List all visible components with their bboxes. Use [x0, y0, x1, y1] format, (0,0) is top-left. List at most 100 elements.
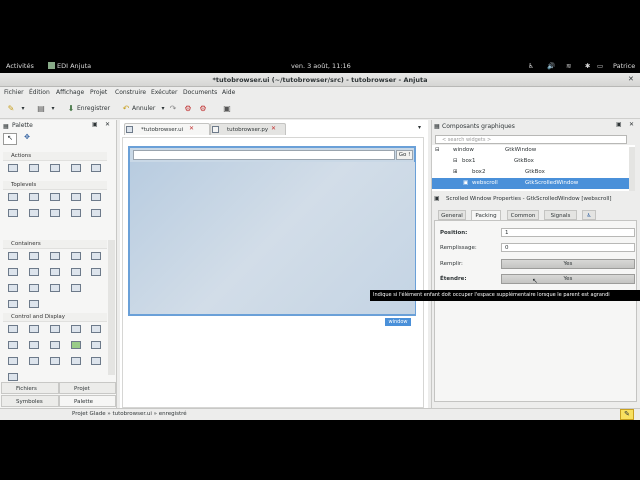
palette-scrollbar[interactable] — [108, 240, 115, 375]
menu-edition[interactable]: Édition — [29, 89, 50, 96]
selector-tool-button[interactable]: ↖ — [3, 133, 17, 145]
redo-icon[interactable]: ↷ — [168, 104, 178, 114]
window-widget-label[interactable]: window — [385, 318, 411, 326]
tree-row[interactable]: ⊟ window GtkWindow — [432, 145, 635, 156]
widget-search-input[interactable]: < search widgets > — [435, 135, 627, 144]
table-widget-icon[interactable] — [91, 252, 101, 260]
about-dialog-icon[interactable] — [71, 193, 81, 201]
undo-button[interactable]: Annuler — [132, 105, 155, 112]
find-icon[interactable]: ▣ — [222, 104, 232, 114]
alignment-widget-icon[interactable] — [71, 284, 81, 292]
menu-executer[interactable]: Exécuter — [151, 89, 177, 96]
frame-widget-icon[interactable] — [71, 252, 81, 260]
open-icon[interactable]: ▤ — [36, 104, 46, 114]
run-icon[interactable]: ⚙ — [198, 104, 208, 114]
app-menu[interactable]: EDI Anjuta — [57, 62, 91, 70]
toggle-button-icon[interactable] — [29, 325, 39, 333]
menu-projet[interactable]: Projet — [90, 89, 107, 96]
check-button-icon[interactable] — [50, 325, 60, 333]
tab-projet[interactable]: Projet — [59, 382, 116, 394]
scrolled-window-icon[interactable] — [50, 284, 60, 292]
aspect-frame-icon[interactable] — [29, 300, 39, 308]
action-icon[interactable] — [71, 164, 81, 172]
palette-section-control-display[interactable]: Control and Display — [3, 313, 107, 322]
action-icon[interactable] — [8, 164, 18, 172]
paned-widget-icon[interactable] — [8, 268, 18, 276]
fixed-widget-icon[interactable] — [71, 268, 81, 276]
tree-row-selected[interactable]: ▣ webscroll GtkScrolledWindow — [432, 178, 635, 189]
tab-signals[interactable]: Signals — [544, 210, 577, 220]
menu-fichier[interactable]: Fichier — [4, 89, 24, 96]
build-icon[interactable]: ⚙ — [183, 104, 193, 114]
menu-aide[interactable]: Aide — [222, 89, 235, 96]
go-button[interactable]: Go ! — [396, 150, 413, 160]
notification-icon[interactable]: ✎ — [620, 409, 634, 420]
save-button[interactable]: Enregistrer — [77, 105, 110, 112]
fill-toggle[interactable]: Yes — [501, 259, 635, 269]
expand-icon[interactable]: ⊞ — [453, 167, 458, 178]
label-widget-icon[interactable] — [91, 341, 101, 349]
color-dialog-icon[interactable] — [50, 209, 60, 217]
tab-packing[interactable]: Packing — [471, 210, 501, 220]
menu-construire[interactable]: Construire — [115, 89, 146, 96]
button-widget-icon[interactable] — [8, 325, 18, 333]
entry-widget-icon[interactable] — [91, 325, 101, 333]
close-tab-icon[interactable]: ✕ — [271, 125, 276, 132]
spinner-widget-icon[interactable] — [50, 357, 60, 365]
text-view-icon[interactable] — [50, 341, 60, 349]
inspector-close-icon[interactable]: ✕ — [629, 121, 634, 128]
box-widget-icon[interactable] — [8, 252, 18, 260]
spin-button-icon[interactable] — [8, 341, 18, 349]
save-icon[interactable]: ⬇ — [66, 104, 76, 114]
collapse-icon[interactable]: ⊟ — [453, 156, 458, 167]
url-entry[interactable] — [133, 150, 395, 160]
position-spinbutton[interactable]: 1 — [501, 228, 635, 237]
offscreen-window-icon[interactable] — [29, 193, 39, 201]
grid-widget-icon[interactable] — [29, 252, 39, 260]
window-widget-icon[interactable] — [8, 193, 18, 201]
overlay-widget-icon[interactable] — [8, 300, 18, 308]
bluetooth-icon[interactable]: ✱ — [585, 62, 590, 70]
tab-symboles[interactable]: Symboles — [1, 395, 59, 407]
message-dialog-icon[interactable] — [8, 209, 18, 217]
tab-palette[interactable]: Palette — [59, 395, 116, 407]
tab-list-dropdown-icon[interactable]: ▾ — [418, 124, 421, 131]
scale-widget-icon[interactable] — [29, 357, 39, 365]
palette-close-icon[interactable]: ✕ — [105, 121, 110, 128]
new-file-icon[interactable]: ✎ — [6, 104, 16, 114]
inspector-detach-icon[interactable]: ▣ — [616, 121, 622, 128]
padding-spinbutton[interactable]: 0 — [501, 243, 635, 252]
image-widget-icon[interactable] — [71, 341, 81, 349]
clock[interactable]: ven. 3 août, 11:16 — [291, 62, 351, 70]
menu-affichage[interactable]: Affichage — [56, 89, 84, 96]
font-dialog-icon[interactable] — [29, 209, 39, 217]
user-menu[interactable]: Patrice — [613, 62, 635, 70]
progress-bar-icon[interactable] — [8, 357, 18, 365]
palette-section-toplevels[interactable]: Toplevels — [3, 181, 107, 190]
tree-row[interactable]: ⊞ box2 GtkBox — [432, 167, 635, 178]
notebook-widget-icon[interactable] — [50, 252, 60, 260]
new-dropdown-icon[interactable]: ▾ — [18, 104, 28, 114]
palette-section-actions[interactable]: Actions — [3, 152, 107, 161]
palette-section-containers[interactable]: Containers — [3, 240, 107, 249]
menu-documents[interactable]: Documents — [183, 89, 217, 96]
layout-widget-icon[interactable] — [50, 268, 60, 276]
close-tab-icon[interactable]: ✕ — [189, 125, 194, 132]
scrollbar-widget-icon[interactable] — [8, 373, 18, 381]
close-window-icon[interactable]: ✕ — [628, 75, 634, 83]
activities-button[interactable]: Activités — [6, 62, 34, 70]
undo-icon[interactable]: ↶ — [121, 104, 131, 114]
file-dialog-icon[interactable] — [71, 209, 81, 217]
radio-button-icon[interactable] — [71, 325, 81, 333]
buttonbox-widget-icon[interactable] — [29, 268, 39, 276]
action-icon[interactable] — [50, 164, 60, 172]
accel-label-icon[interactable] — [91, 357, 101, 365]
network-icon[interactable]: ≋ — [566, 62, 571, 70]
undo-dropdown-icon[interactable]: ▾ — [158, 104, 168, 114]
tree-row[interactable]: ⊟ box1 GtkBox — [432, 156, 635, 167]
accessibility-icon[interactable]: ♿ — [528, 62, 534, 70]
viewport-widget-icon[interactable] — [29, 284, 39, 292]
collapse-icon[interactable]: ⊟ — [435, 145, 440, 156]
open-dropdown-icon[interactable]: ▾ — [48, 104, 58, 114]
tab-common[interactable]: Common — [507, 210, 539, 220]
